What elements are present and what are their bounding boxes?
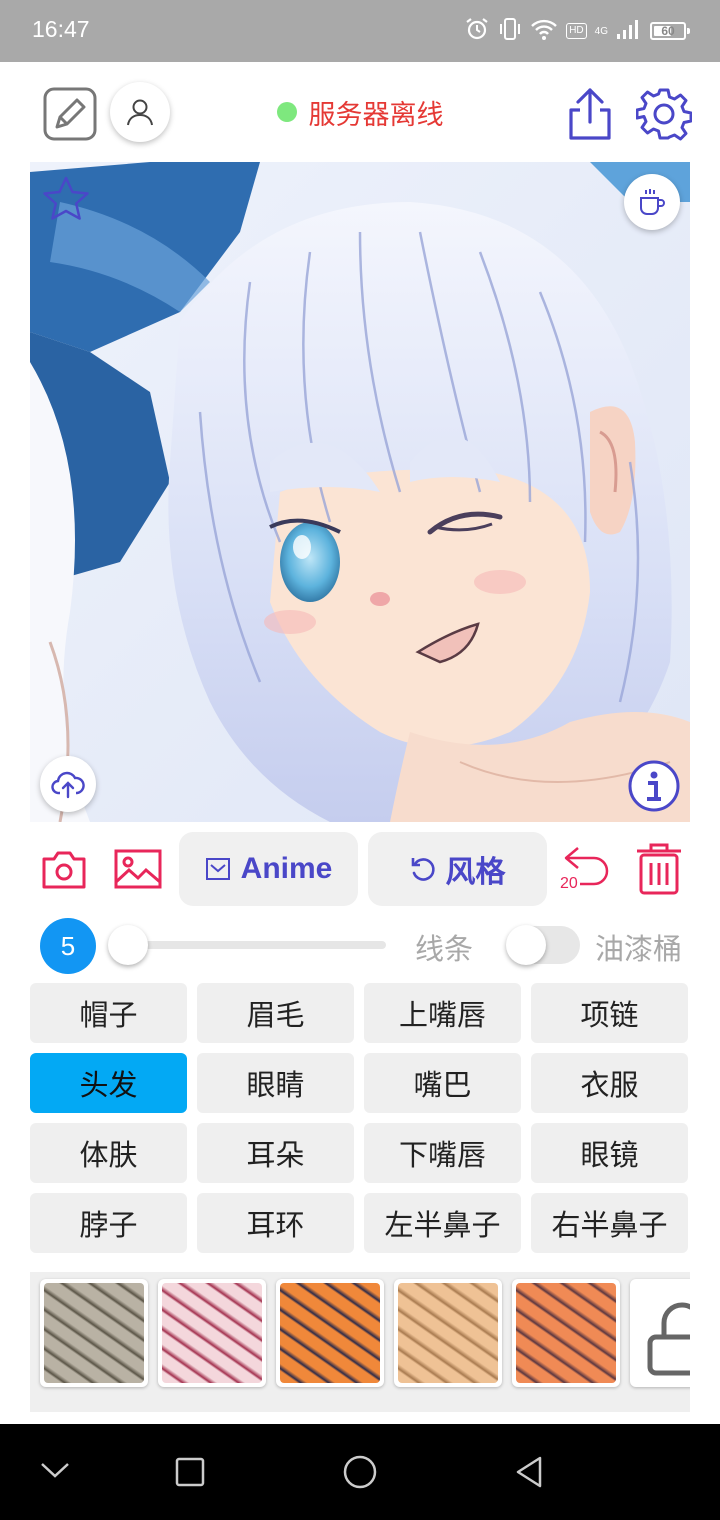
status-time: 16:47 [32,16,90,42]
anime-button[interactable]: Anime [179,832,358,906]
line-label: 线条 [415,932,474,966]
pink-texture-swatch[interactable] [158,1279,266,1387]
battery-icon: 60 [650,22,690,40]
wifi-icon [530,17,558,45]
part-upper-lip-button[interactable]: 上嘴唇 [364,983,521,1043]
beige-texture-swatch[interactable] [394,1279,502,1387]
brush-size-slider-thumb[interactable] [108,925,148,965]
style-button-label: 风格 [445,855,506,890]
coral-texture-swatch[interactable] [512,1279,620,1387]
nav-recents-icon[interactable] [174,1456,206,1488]
alarm-icon [464,16,490,46]
part-hat-button[interactable]: 帽子 [30,983,187,1043]
gray-texture-swatch[interactable] [40,1279,148,1387]
lock-icon [647,1302,690,1376]
part-clothes-button[interactable]: 衣服 [531,1053,688,1113]
network-type: 4G [594,25,608,37]
part-left-nose-button[interactable]: 左半鼻子 [364,1193,521,1253]
texture-palette[interactable] [30,1272,690,1412]
part-eyebrow-button[interactable]: 眉毛 [197,983,354,1043]
rotate-icon [411,858,435,881]
cloud-upload-icon[interactable] [40,756,96,812]
anime-image[interactable] [30,162,690,822]
part-grid: 帽子 眉毛 上嘴唇 项链 头发 眼睛 嘴巴 衣服 体肤 耳朵 下嘴唇 眼镜 脖子… [30,983,688,1253]
anime-button-label: Anime [240,852,333,885]
part-glasses-button[interactable]: 眼镜 [531,1123,688,1183]
navigation-bar [0,1424,720,1520]
part-mouth-button[interactable]: 嘴巴 [364,1053,521,1113]
info-icon[interactable] [626,758,682,814]
undo-button[interactable]: 20 [558,842,618,896]
part-ears-button[interactable]: 耳朵 [197,1123,354,1183]
status-icons: HD 4G 60 [464,16,690,46]
gallery-icon[interactable] [112,845,164,893]
signal-icon [616,18,642,44]
undo-count: 20 [560,875,578,892]
nav-home-icon[interactable] [342,1454,378,1490]
vibrate-icon [498,16,522,46]
mail-icon [205,858,230,880]
share-icon[interactable] [564,86,616,142]
trash-icon[interactable] [632,840,686,898]
server-status-dot [276,102,297,122]
paint-bucket-label: 油漆桶 [595,932,683,966]
status-bar: 16:47 HD 4G 60 [0,0,720,62]
settings-icon[interactable] [636,86,692,142]
nav-collapse-icon[interactable] [38,1458,72,1482]
part-lower-lip-button[interactable]: 下嘴唇 [364,1123,521,1183]
part-skin-button[interactable]: 体肤 [30,1123,187,1183]
brush-size-badge: 5 [40,918,96,974]
part-necklace-button[interactable]: 项链 [531,983,688,1043]
nav-back-icon[interactable] [512,1454,546,1490]
anime-artwork [30,162,690,822]
paint-bucket-toggle-thumb[interactable] [506,925,546,965]
style-button[interactable]: 风格 [368,832,547,906]
part-right-nose-button[interactable]: 右半鼻子 [531,1193,688,1253]
battery-text: 60 [661,24,675,38]
part-earrings-button[interactable]: 耳环 [197,1193,354,1253]
coffee-icon[interactable] [624,174,680,230]
brush-size-slider[interactable] [116,941,386,949]
star-icon[interactable] [40,174,92,226]
locked-swatch[interactable] [630,1279,690,1387]
orange-texture-swatch[interactable] [276,1279,384,1387]
part-eyes-button[interactable]: 眼睛 [197,1053,354,1113]
part-neck-button[interactable]: 脖子 [30,1193,187,1253]
camera-icon[interactable] [40,845,88,893]
server-status-text: 服务器离线 [308,99,444,131]
network-hd-badge: HD [566,23,587,39]
part-hair-button[interactable]: 头发 [30,1053,187,1113]
